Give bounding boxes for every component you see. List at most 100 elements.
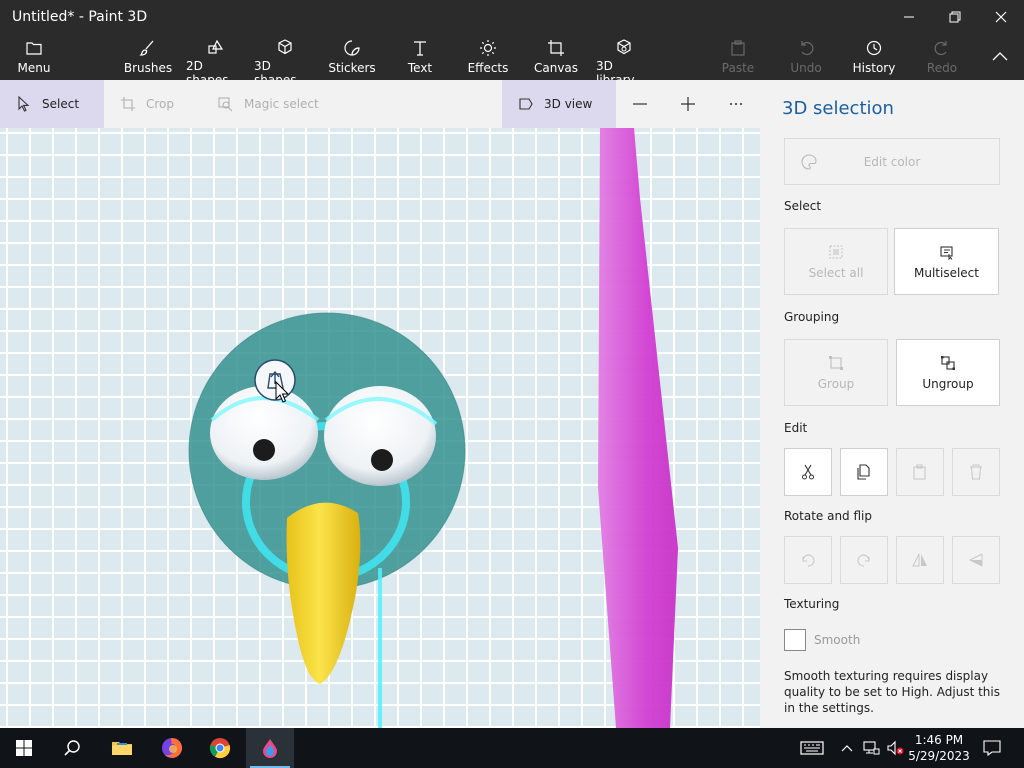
- history-label: History: [852, 61, 896, 75]
- 3d-view-label: 3D view: [544, 97, 593, 111]
- 3d-view-toggle[interactable]: 3D view: [502, 80, 616, 128]
- restore-icon: [949, 11, 961, 23]
- search-button[interactable]: [48, 728, 96, 768]
- firefox-button[interactable]: [148, 728, 196, 768]
- ellipsis-icon: [730, 103, 742, 105]
- select-tool-button[interactable]: Select: [0, 80, 104, 128]
- crop-label: Crop: [146, 97, 175, 111]
- network-icon: [863, 741, 880, 755]
- notifications-button[interactable]: [978, 728, 1006, 768]
- select-all-label: Select all: [808, 265, 864, 280]
- paint-3d-taskbar-button[interactable]: [246, 728, 294, 768]
- more-options-button[interactable]: [722, 80, 750, 128]
- sticker-icon: [344, 40, 360, 56]
- undo-label: Undo: [790, 61, 822, 75]
- restore-button[interactable]: [932, 0, 978, 34]
- flip-vertical-button[interactable]: [952, 536, 1000, 584]
- task-view-button[interactable]: [796, 728, 828, 768]
- notification-icon: [983, 740, 1001, 756]
- zoom-in-button[interactable]: [674, 80, 702, 128]
- chevron-up-tray-icon: [841, 745, 853, 752]
- undo-button[interactable]: Undo: [786, 34, 826, 80]
- effects-button[interactable]: Effects: [466, 34, 510, 80]
- windows-logo-icon: [16, 740, 32, 756]
- paste-panel-button[interactable]: [896, 448, 944, 496]
- smooth-checkbox[interactable]: [784, 629, 806, 651]
- multiselect-button[interactable]: Multiselect: [894, 228, 999, 295]
- collapse-ribbon-button[interactable]: [984, 34, 1016, 80]
- 3d-view-icon: [519, 98, 533, 110]
- taskbar: 1:46 PM 5/29/2023: [0, 728, 1024, 768]
- redo-label: Redo: [926, 61, 958, 75]
- group-button[interactable]: Group: [784, 339, 888, 406]
- chrome-button[interactable]: [196, 728, 244, 768]
- edit-color-button[interactable]: Edit color: [784, 138, 1000, 185]
- brushes-button[interactable]: Brushes: [124, 34, 172, 80]
- cut-button[interactable]: [784, 448, 832, 496]
- redo-button[interactable]: Redo: [922, 34, 962, 80]
- close-button[interactable]: [978, 0, 1024, 34]
- sun-icon: [480, 40, 496, 56]
- redo-icon: [934, 41, 947, 56]
- zoom-out-button[interactable]: [626, 80, 654, 128]
- scissors-icon: [802, 464, 814, 480]
- select-all-button[interactable]: Select all: [784, 228, 888, 295]
- select-section-label: Select: [784, 199, 822, 213]
- file-explorer-icon: [112, 742, 132, 755]
- effects-label: Effects: [467, 61, 509, 75]
- folder-icon: [26, 42, 42, 55]
- multiselect-label: Multiselect: [914, 265, 979, 280]
- ungroup-label: Ungroup: [922, 376, 974, 391]
- minus-icon: [633, 103, 647, 105]
- flip-horizontal-icon: [912, 553, 927, 567]
- chevron-up-icon: [992, 52, 1008, 61]
- magic-select-button[interactable]: Magic select: [216, 80, 336, 128]
- rotate-left-button[interactable]: [784, 536, 832, 584]
- text-button[interactable]: Text: [400, 34, 440, 80]
- flip-horizontal-button[interactable]: [896, 536, 944, 584]
- crop-button[interactable]: Crop: [118, 80, 198, 128]
- paste-icon: [913, 464, 926, 480]
- title-bar: Untitled* - Paint 3D: [0, 0, 1024, 34]
- ungroup-button[interactable]: Ungroup: [896, 339, 1000, 406]
- magenta-shape[interactable]: [598, 128, 678, 728]
- history-button[interactable]: History: [852, 34, 896, 80]
- 3d-library-icon: [617, 39, 631, 55]
- menu-button[interactable]: Menu: [12, 34, 56, 80]
- brush-icon: [139, 40, 154, 56]
- action-center-keyboard-icon: [800, 741, 824, 755]
- edit-section-label: Edit: [784, 421, 808, 435]
- canvas-button[interactable]: Canvas: [534, 34, 578, 80]
- canvas-area[interactable]: [0, 128, 760, 728]
- yellow-beak[interactable]: [286, 502, 361, 684]
- flip-vertical-icon: [968, 553, 983, 567]
- rotate-left-icon: [802, 554, 815, 567]
- copy-button[interactable]: [840, 448, 888, 496]
- network-button[interactable]: [860, 728, 882, 768]
- 3d-shapes-button[interactable]: 3D shapes: [254, 34, 316, 87]
- minimize-button[interactable]: [886, 0, 932, 34]
- rotate-flip-section-label: Rotate and flip: [784, 509, 873, 523]
- rotate-right-button[interactable]: [840, 536, 888, 584]
- volume-button[interactable]: [884, 728, 906, 768]
- ribbon: Menu Brushes 2D shapes 3D shapes Sticker…: [0, 34, 1024, 87]
- paste-button[interactable]: Paste: [718, 34, 758, 80]
- 3d-library-button[interactable]: 3D library: [596, 34, 652, 87]
- stickers-label: Stickers: [328, 61, 376, 75]
- file-explorer-button[interactable]: [98, 728, 146, 768]
- show-hidden-icons-button[interactable]: [838, 728, 856, 768]
- window-title: Untitled* - Paint 3D: [12, 9, 148, 25]
- start-button[interactable]: [0, 728, 48, 768]
- 2d-shapes-button[interactable]: 2D shapes: [186, 34, 246, 87]
- 3d-selection-panel: 3D selection Edit color Select Select al…: [760, 80, 1024, 728]
- system-clock[interactable]: 1:46 PM 5/29/2023: [906, 732, 972, 764]
- text-icon: [414, 41, 426, 56]
- paint-3d-icon: [263, 739, 277, 758]
- left-eye[interactable]: [210, 386, 318, 480]
- delete-button[interactable]: [952, 448, 1000, 496]
- 2d-shapes-icon: [208, 39, 224, 54]
- cube-icon: [278, 39, 292, 55]
- multiselect-icon: [939, 245, 953, 260]
- stickers-button[interactable]: Stickers: [328, 34, 376, 80]
- group-icon: [829, 355, 843, 370]
